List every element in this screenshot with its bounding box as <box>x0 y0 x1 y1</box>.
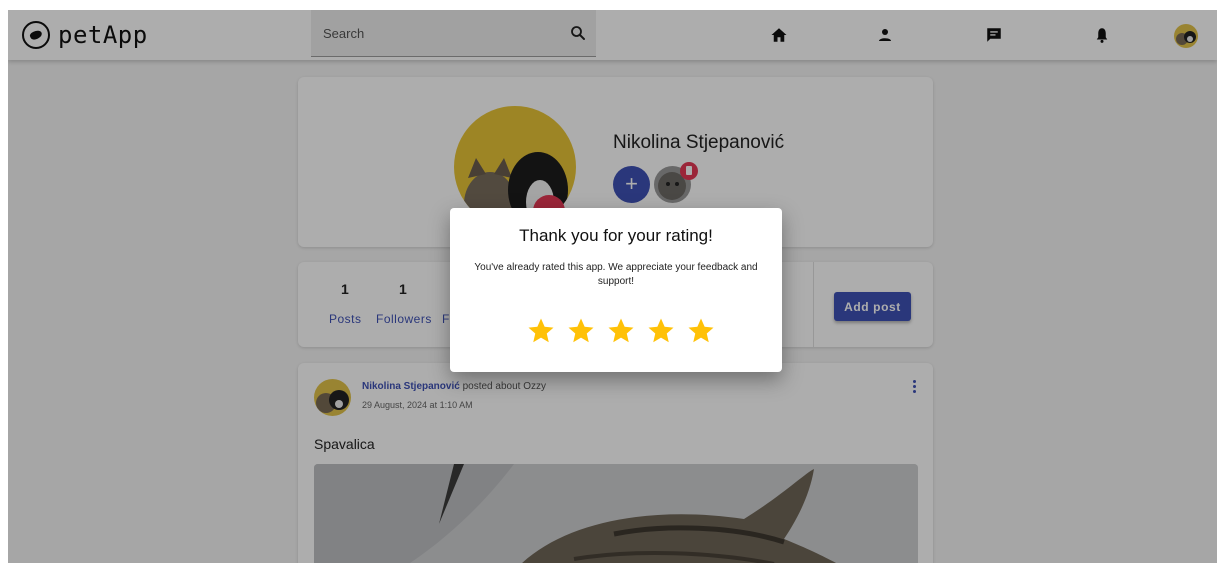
dialog-message: You've already rated this app. We apprec… <box>474 262 758 287</box>
star-icon[interactable] <box>606 316 636 346</box>
dialog-title: Thank you for your rating! <box>519 226 713 245</box>
star-icon[interactable] <box>686 316 716 346</box>
rating-stars <box>526 316 716 352</box>
star-icon[interactable] <box>646 316 676 346</box>
star-icon[interactable] <box>526 316 556 346</box>
rating-dialog: Thank you for your rating! You've alread… <box>450 208 782 372</box>
star-icon[interactable] <box>566 316 596 346</box>
